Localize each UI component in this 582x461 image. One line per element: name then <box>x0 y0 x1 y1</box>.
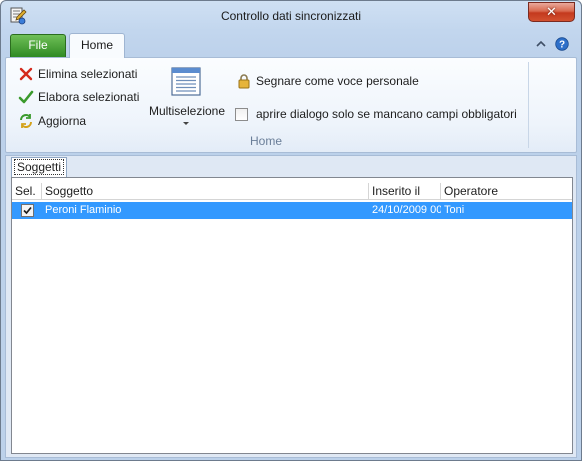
elimina-label: Elimina selezionati <box>38 67 138 81</box>
aprire-dialogo-checkbox-box[interactable] <box>235 107 248 121</box>
close-button[interactable]: ✕ <box>528 2 575 22</box>
close-icon: ✕ <box>546 4 557 19</box>
cell-operatore: Toni <box>444 204 465 216</box>
elabora-label: Elabora selezionati <box>38 90 140 104</box>
list-window-icon <box>171 67 201 96</box>
elimina-selezionati-button[interactable]: Elimina selezionati <box>18 64 137 84</box>
aprire-dialogo-label: aprire dialogo solo se mancano campi obb… <box>256 107 517 121</box>
row-checkbox[interactable] <box>21 204 34 217</box>
ribbon-panel: Elimina selezionati Elabora selezionati … <box>5 57 577 153</box>
svg-text:?: ? <box>559 40 565 51</box>
column-header-sel[interactable]: Sel. <box>12 183 42 200</box>
aprire-dialogo-checkbox[interactable]: aprire dialogo solo se mancano campi obb… <box>235 104 517 124</box>
aggiorna-button[interactable]: Aggiorna <box>18 111 86 131</box>
column-header-operatore[interactable]: Operatore <box>441 183 574 200</box>
checkmark-icon <box>18 90 34 104</box>
ribbon-group-label: Home <box>249 134 282 148</box>
tab-soggetti[interactable]: Soggetti <box>11 157 67 177</box>
segnare-label: Segnare come voce personale <box>256 74 419 88</box>
multiselezione-label: Multiselezione <box>148 104 226 118</box>
table-row[interactable]: Peroni Flaminio 24/10/2009 00 Toni <box>12 202 572 219</box>
data-grid: Sel. Soggetto Inserito il Operatore Pero… <box>11 177 573 454</box>
help-icon[interactable]: ? <box>555 37 569 51</box>
ribbon-tab-strip: File Home ? <box>1 31 581 58</box>
tab-soggetti-label: Soggetti <box>13 159 65 175</box>
tab-file[interactable]: File <box>10 34 66 57</box>
cell-inserito: 24/10/2009 00 <box>372 204 441 216</box>
multiselezione-button[interactable]: Multiselezione <box>147 66 227 125</box>
content-area: Soggetti Sel. Soggetto Inserito il Opera… <box>5 155 577 458</box>
window-title: Controllo dati sincronizzati <box>220 9 362 23</box>
cell-soggetto: Peroni Flaminio <box>45 204 122 216</box>
check-icon <box>23 206 32 215</box>
column-header-soggetto[interactable]: Soggetto <box>42 183 369 200</box>
delete-x-icon <box>19 67 33 81</box>
tab-home[interactable]: Home <box>69 33 125 58</box>
column-header-inserito[interactable]: Inserito il <box>369 183 441 200</box>
aggiorna-label: Aggiorna <box>38 114 87 128</box>
dropdown-arrow-icon <box>183 122 189 125</box>
elabora-selezionati-button[interactable]: Elabora selezionati <box>18 87 139 107</box>
title-bar: Controllo dati sincronizzati ✕ <box>1 1 581 31</box>
lock-icon <box>238 74 250 89</box>
app-window: Controllo dati sincronizzati ✕ File Home… <box>0 0 582 461</box>
refresh-icon <box>20 114 32 128</box>
segnare-voce-personale-button[interactable]: Segnare come voce personale <box>236 71 419 91</box>
grid-header: Sel. Soggetto Inserito il Operatore <box>12 183 572 200</box>
ribbon-group-separator <box>528 62 529 148</box>
minimize-ribbon-icon[interactable] <box>534 37 548 51</box>
